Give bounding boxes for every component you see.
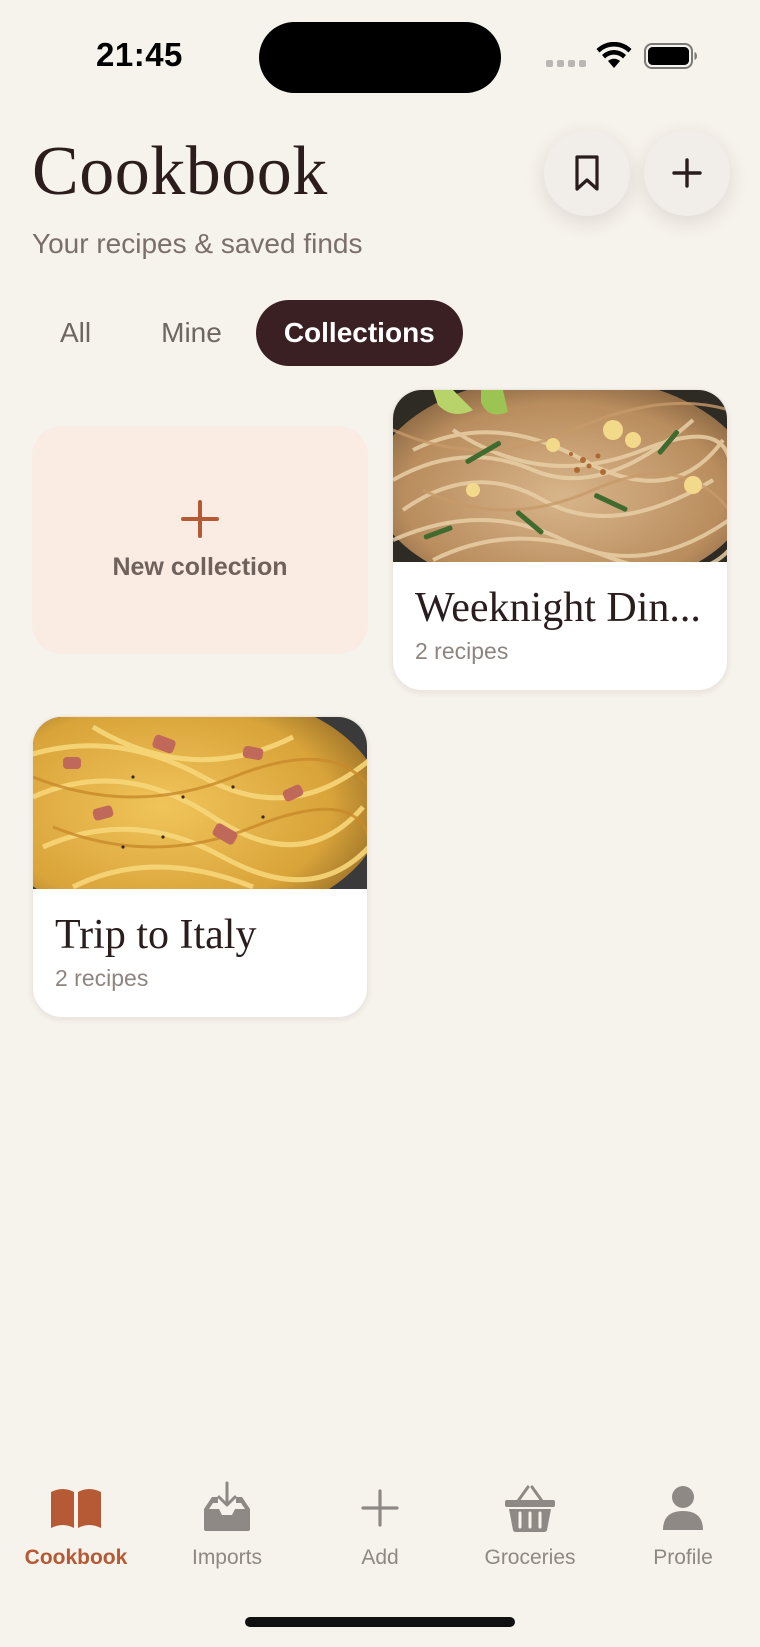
plus-icon — [361, 1489, 399, 1527]
bookmark-icon — [575, 155, 599, 191]
tab-collections[interactable]: Collections — [255, 300, 463, 366]
segment-tabs: All Mine Collections — [32, 300, 463, 366]
add-recipe-button[interactable] — [644, 130, 730, 216]
collection-image-carbonara — [33, 717, 367, 889]
tabbar-label: Cookbook — [24, 1546, 128, 1569]
status-time: 21:45 — [96, 36, 183, 73]
plus-icon — [181, 499, 219, 538]
bottom-tab-bar: Cookbook Imports Add Groceries Profile — [0, 1480, 760, 1600]
tab-mine[interactable]: Mine — [133, 300, 250, 366]
tabbar-item-profile[interactable]: Profile — [613, 1480, 753, 1570]
tabbar-label: Add — [361, 1546, 399, 1569]
collection-count: 2 recipes — [415, 638, 509, 664]
page-subtitle: Your recipes & saved finds — [32, 228, 363, 259]
page-title: Cookbook — [32, 133, 328, 210]
collection-image-noodles — [393, 390, 727, 562]
cellular-signal-icon — [546, 60, 586, 67]
book-icon — [51, 1489, 101, 1528]
new-collection-button[interactable]: New collection — [32, 426, 368, 654]
basket-icon — [505, 1485, 555, 1532]
wifi-icon — [596, 42, 632, 68]
home-indicator — [245, 1617, 515, 1627]
bookmarks-button[interactable] — [544, 130, 630, 216]
tabbar-label: Profile — [653, 1546, 713, 1569]
plus-icon — [672, 158, 702, 188]
battery-icon — [644, 43, 697, 69]
tabbar-item-groceries[interactable]: Groceries — [460, 1480, 600, 1570]
collection-card-italy[interactable]: Trip to Italy 2 recipes — [32, 716, 368, 1018]
tray-download-icon — [204, 1481, 250, 1531]
collection-name: Weeknight Din... — [415, 585, 701, 631]
tabbar-label: Imports — [191, 1546, 262, 1569]
dynamic-island — [259, 22, 501, 93]
tab-all[interactable]: All — [32, 300, 119, 366]
collection-name: Trip to Italy — [55, 912, 257, 958]
collection-card-weeknight[interactable]: Weeknight Din... 2 recipes — [392, 389, 728, 691]
status-bar: 21:45 — [0, 0, 760, 110]
collection-count: 2 recipes — [55, 965, 149, 991]
tabbar-item-imports[interactable]: Imports — [157, 1480, 297, 1570]
tabbar-label: Groceries — [484, 1546, 576, 1569]
new-collection-label: New collection — [112, 552, 288, 581]
tabbar-item-cookbook[interactable]: Cookbook — [6, 1480, 146, 1570]
tabbar-item-add[interactable]: Add — [310, 1480, 450, 1570]
person-icon — [663, 1486, 703, 1530]
